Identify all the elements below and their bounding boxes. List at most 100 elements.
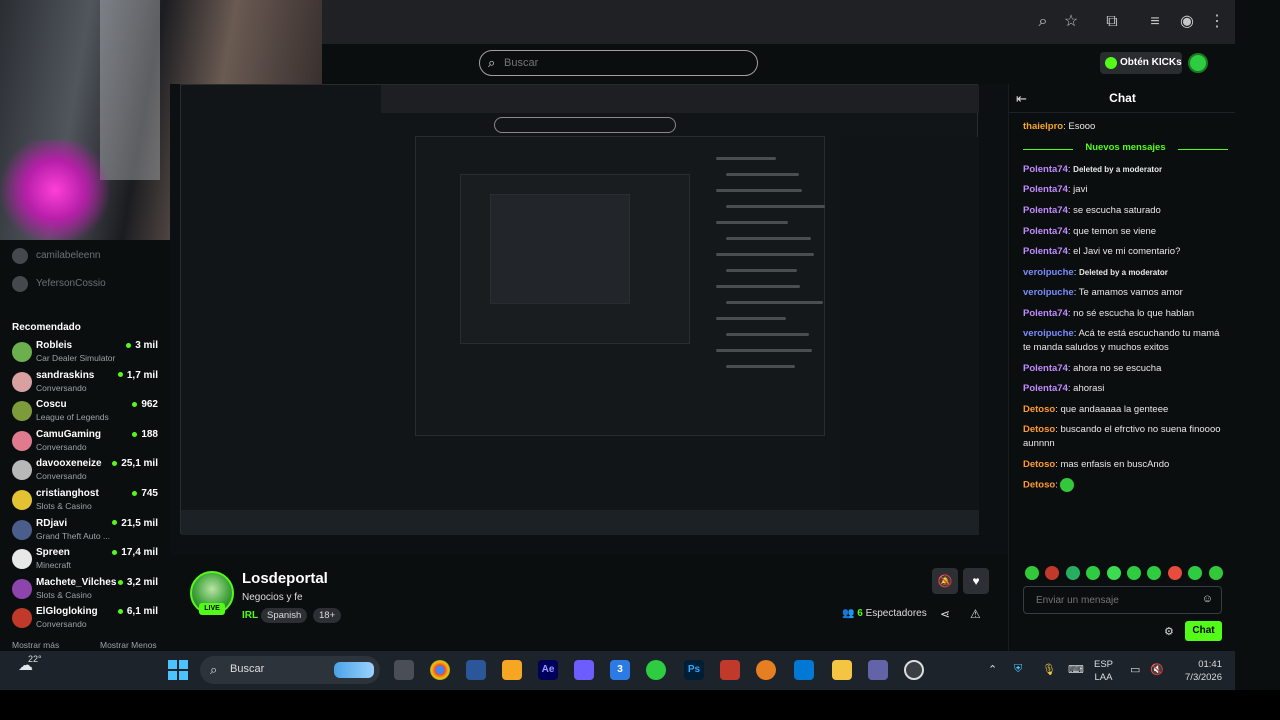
css3-icon[interactable]: 3 <box>610 660 630 680</box>
proton-vpn-icon[interactable] <box>574 660 594 680</box>
video-player[interactable] <box>170 84 1008 555</box>
sidebar-item-davooxeneize[interactable]: davooxeneize Conversando 25,1 mil <box>10 458 160 484</box>
chat-username[interactable]: thaielpro <box>1023 121 1063 132</box>
teams-icon[interactable] <box>868 660 888 680</box>
emote-icon[interactable] <box>1045 566 1060 580</box>
tray-overflow-icon[interactable]: ⌃ <box>988 663 997 676</box>
defender-icon[interactable]: ⛨ <box>1014 663 1022 676</box>
viewer-count: 3 mil <box>126 340 158 351</box>
search-input[interactable] <box>504 54 744 72</box>
chat-settings-icon[interactable]: ⚙ <box>1164 625 1174 638</box>
outlook-icon[interactable] <box>794 660 814 680</box>
task-view-icon[interactable] <box>394 660 414 680</box>
volume-muted-icon[interactable]: 🔇 <box>1150 663 1164 676</box>
viewer-count: 188 <box>132 429 158 440</box>
calendar-app-icon[interactable] <box>720 660 740 680</box>
store-icon[interactable] <box>466 660 486 680</box>
report-icon[interactable]: ⚠ <box>970 607 981 621</box>
sidebar-item-cristianghost[interactable]: cristianghost Slots & Casino 745 <box>10 488 160 514</box>
chat-username[interactable]: Detoso <box>1023 459 1055 470</box>
browser-toolbar: ⌕ ☆ ⧉ ≡ ◉ ⋮ <box>322 0 1235 44</box>
emote-icon[interactable] <box>1147 566 1162 580</box>
share-icon[interactable]: ⋖ <box>940 607 950 621</box>
sidebar-item-rdjavi[interactable]: RDjavi Grand Theft Auto ... 21,5 mil <box>10 518 160 544</box>
chat-text: ahora no se escucha <box>1073 363 1162 374</box>
bookmark-star-icon[interactable]: ☆ <box>1061 12 1081 32</box>
sidebar-item-sandraskins[interactable]: sandraskins Conversando 1,7 mil <box>10 370 160 396</box>
chat-username[interactable]: Polenta74 <box>1023 184 1068 195</box>
viewer-count: 👥 6 Espectadores <box>842 608 927 619</box>
obs-icon[interactable] <box>904 660 924 680</box>
sidebar-item-coscu[interactable]: Coscu League of Legends 962 <box>10 399 160 425</box>
chat-input[interactable] <box>1036 593 1196 607</box>
chat-username[interactable]: Polenta74 <box>1023 205 1068 216</box>
follow-button[interactable]: ♥ <box>963 568 989 594</box>
taskbar-search[interactable]: ⌕ Buscar <box>200 656 380 684</box>
emoji-icon[interactable]: ☺ <box>1202 593 1213 605</box>
start-button[interactable] <box>168 660 188 680</box>
keyboard-icon[interactable]: ⌨ <box>1068 663 1084 676</box>
extensions-icon[interactable]: ⧉ <box>1102 12 1122 32</box>
weather-widget[interactable]: ☁ 22° <box>18 654 42 674</box>
live-badge: LIVE <box>199 603 225 615</box>
vlc-icon[interactable] <box>756 660 776 680</box>
streamer-name[interactable]: Losdeportal <box>242 570 328 587</box>
emote-icon[interactable] <box>1106 566 1121 580</box>
show-more-link[interactable]: Mostrar más <box>12 640 59 650</box>
show-less-link[interactable]: Mostrar Menos <box>100 640 157 650</box>
emote-icon[interactable] <box>1208 566 1223 580</box>
emote-icon[interactable] <box>1065 566 1080 580</box>
file-explorer-icon[interactable] <box>832 660 852 680</box>
more-menu-icon[interactable]: ⋮ <box>1207 12 1227 32</box>
sidebar-item-elglogloking[interactable]: ElGlogloking Conversando 6,1 mil <box>10 606 160 632</box>
after-effects-icon[interactable]: Ae <box>538 660 558 680</box>
chat-username[interactable]: Polenta74 <box>1023 363 1068 374</box>
sidebar-item-machete_vilches[interactable]: Machete_Vilches Slots & Casino 3,2 mil <box>10 577 160 603</box>
clock[interactable]: 01:41 7/3/2026 <box>1172 658 1222 684</box>
recommended-title: Recomendado <box>12 322 81 333</box>
emote-icon[interactable] <box>1025 566 1039 580</box>
following-item[interactable]: YefersonCossio <box>12 274 162 294</box>
search-bar[interactable]: ⌕ <box>479 50 758 76</box>
tag-age[interactable]: 18+ <box>313 608 342 623</box>
sidebar-item-robleis[interactable]: Robleis Car Dealer Simulator 3 mil <box>10 340 160 366</box>
chat-input-box[interactable]: ☺ <box>1023 586 1222 614</box>
display-icon[interactable]: ▭ <box>1130 663 1140 676</box>
chat-username[interactable]: Polenta74 <box>1023 226 1068 237</box>
zoom-icon[interactable]: ⌕ <box>1033 12 1053 32</box>
get-kicks-button[interactable]: Obtén KICKs <box>1100 52 1182 74</box>
following-item[interactable]: camilabeleenn <box>12 246 162 266</box>
profile-icon[interactable]: ◉ <box>1177 12 1197 32</box>
chat-username[interactable]: Detoso <box>1023 424 1055 435</box>
tag-language[interactable]: Spanish <box>261 608 308 623</box>
chat-username[interactable]: Detoso <box>1023 480 1055 491</box>
emote-icon[interactable] <box>1086 566 1101 580</box>
language-indicator[interactable]: ESP LAA <box>1094 658 1113 684</box>
chat-username[interactable]: veroipuche <box>1023 287 1074 298</box>
emote-icon[interactable] <box>1188 566 1203 580</box>
photoshop-icon[interactable]: Ps <box>684 660 704 680</box>
chat-username[interactable]: Polenta74 <box>1023 164 1068 175</box>
emote-icon[interactable] <box>1127 566 1141 580</box>
media-queue-icon[interactable]: ≡ <box>1145 12 1165 32</box>
media-player-icon[interactable] <box>502 660 522 680</box>
stream-category[interactable]: IRL <box>242 610 258 621</box>
chat-username[interactable]: Polenta74 <box>1023 246 1068 257</box>
chat-username[interactable]: Detoso <box>1023 404 1055 415</box>
emote-icon[interactable] <box>1167 566 1182 580</box>
chat-send-button[interactable]: Chat <box>1185 621 1222 641</box>
microphone-icon[interactable]: 🎙 <box>1042 663 1056 676</box>
chrome-icon[interactable] <box>430 660 450 680</box>
sidebar-item-spreen[interactable]: Spreen Minecraft 17,4 mil <box>10 547 160 573</box>
chat-username[interactable]: Polenta74 <box>1023 308 1068 319</box>
language-code: ESP <box>1094 659 1114 670</box>
chat-username[interactable]: Polenta74 <box>1023 383 1068 394</box>
utorrent-icon[interactable] <box>646 660 666 680</box>
mute-notifications-button[interactable]: 🔕 <box>932 568 958 594</box>
new-messages-divider[interactable]: Nuevos mensajes <box>1023 142 1228 156</box>
chat-username[interactable]: veroipuche <box>1023 267 1074 278</box>
user-avatar[interactable] <box>1188 53 1208 73</box>
emote-icon <box>1060 478 1075 492</box>
sidebar-item-camugaming[interactable]: CamuGaming Conversando 188 <box>10 429 160 455</box>
chat-username[interactable]: veroipuche <box>1023 328 1074 339</box>
